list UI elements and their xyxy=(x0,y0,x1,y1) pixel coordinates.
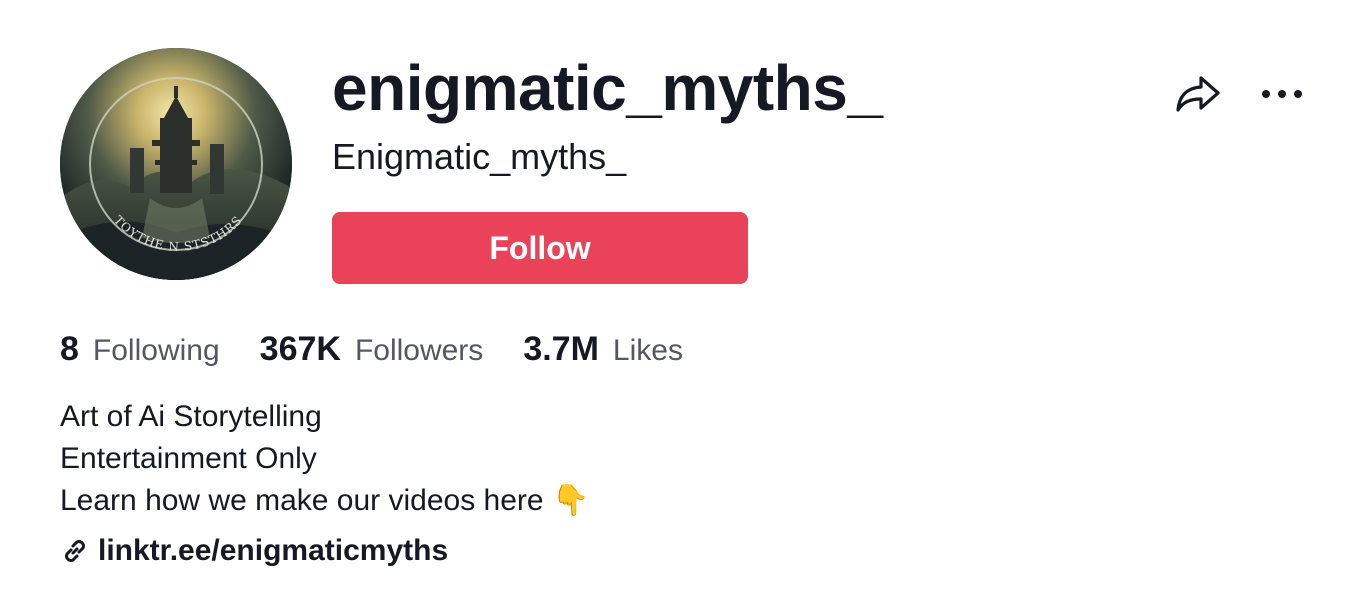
more-options-button[interactable] xyxy=(1256,72,1308,116)
following-label: Following xyxy=(92,334,220,367)
profile-stats: 8 Following 367K Followers 3.7M Likes xyxy=(60,330,723,369)
followers-label: Followers xyxy=(354,334,484,367)
avatar-image: TOYTHE N STSTHRS xyxy=(60,48,292,280)
ellipsis-icon xyxy=(1262,90,1302,98)
likes-count: 3.7M xyxy=(523,330,599,368)
username: enigmatic_myths_ xyxy=(332,52,883,124)
following-count: 8 xyxy=(60,330,79,368)
bio-link-text[interactable]: linktr.ee/enigmaticmyths xyxy=(98,534,448,568)
bio-link[interactable]: linktr.ee/enigmaticmyths xyxy=(60,534,448,568)
follow-button[interactable]: Follow xyxy=(332,212,748,284)
stat-followers[interactable]: 367K Followers xyxy=(260,330,484,369)
likes-label: Likes xyxy=(612,334,683,367)
share-arrow-icon xyxy=(1176,76,1220,112)
stat-likes: 3.7M Likes xyxy=(523,330,683,369)
bio-line: Learn how we make our videos here 👇 xyxy=(60,484,590,517)
followers-count: 367K xyxy=(259,330,341,368)
bio-line: Entertainment Only xyxy=(60,442,317,475)
follow-button-label: Follow xyxy=(489,229,591,266)
avatar[interactable]: TOYTHE N STSTHRS xyxy=(60,48,292,280)
link-icon xyxy=(65,540,85,562)
bio: Art of Ai Storytelling Entertainment Onl… xyxy=(60,396,589,522)
bio-line: Art of Ai Storytelling xyxy=(60,400,322,433)
profile-header: TOYTHE N STSTHRS enigmatic_myths_ Enigma… xyxy=(0,0,1360,598)
nickname: Enigmatic_myths_ xyxy=(332,136,627,177)
stat-following[interactable]: 8 Following xyxy=(60,330,220,369)
share-button[interactable] xyxy=(1172,68,1224,120)
